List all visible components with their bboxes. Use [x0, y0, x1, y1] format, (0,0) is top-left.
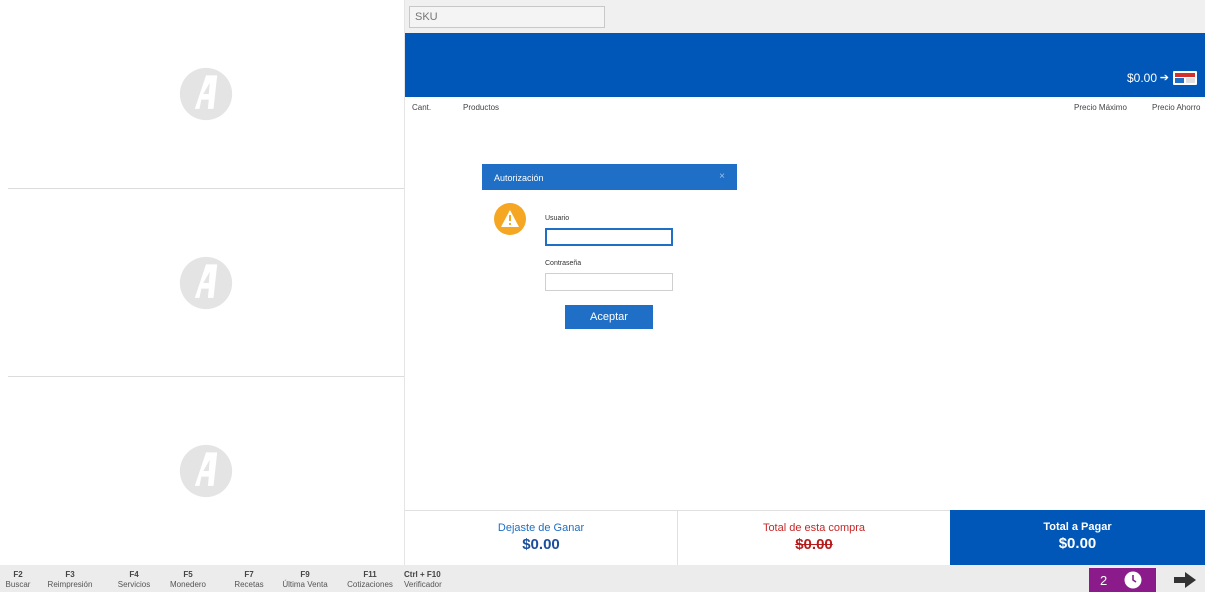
shortcut-label: Cotizaciones: [347, 580, 393, 589]
column-products: Productos: [463, 103, 500, 112]
shortcut-label: Reimpresión: [47, 580, 93, 589]
column-max-price: Precio Máximo: [1074, 103, 1127, 112]
shortcut-f2[interactable]: F2 Buscar: [2, 570, 34, 589]
shortcut-label: Última Venta: [282, 580, 328, 589]
missed-earnings-label: Dejaste de Ganar: [497, 522, 585, 534]
cart-amount: $0.00: [1126, 71, 1157, 85]
column-savings-price: Precio Ahorro: [1152, 103, 1201, 112]
dialog-header: Autorización ×: [482, 164, 737, 190]
warning-icon: [494, 203, 526, 235]
total-to-pay-box: Total a Pagar $0.00: [950, 510, 1205, 565]
user-field[interactable]: [545, 228, 673, 246]
purchase-total-label: Total de esta compra: [762, 522, 866, 534]
product-columns-header: Cant. Productos Precio Máximo Precio Aho…: [405, 97, 1205, 117]
total-to-pay-label: Total a Pagar: [1043, 521, 1112, 533]
arrow-right-icon[interactable]: [1174, 572, 1196, 588]
accept-button[interactable]: Aceptar: [565, 305, 653, 329]
shortcut-key: F5: [183, 570, 193, 579]
promo-panel: [8, 377, 404, 565]
shortcut-f3[interactable]: F3 Reimpresión: [36, 570, 104, 589]
shortcut-label: Servicios: [117, 580, 151, 589]
promo-panel: [8, 0, 404, 188]
shortcut-label: Verificador: [404, 580, 442, 589]
shortcut-key: F7: [244, 570, 254, 579]
purchase-total-box: Total de esta compra $0.00: [678, 510, 950, 565]
missed-earnings-box: Dejaste de Ganar $0.00: [405, 510, 678, 565]
shortcut-key: F11: [363, 570, 377, 579]
missed-earnings-value: $0.00: [522, 536, 560, 553]
column-qty: Cant.: [412, 103, 432, 112]
shortcut-label: Buscar: [5, 580, 31, 589]
shortcut-f9[interactable]: F9 Última Venta: [274, 570, 336, 589]
shortcut-key: F2: [13, 570, 23, 579]
promo-panel: [8, 189, 404, 376]
shortcut-f5[interactable]: F5 Monedero: [160, 570, 216, 589]
shortcut-f11[interactable]: F11 Cotizaciones: [338, 570, 402, 589]
cart-header: $0.00 ➔: [405, 33, 1205, 97]
clock-icon: [1124, 571, 1142, 589]
shortcut-f7[interactable]: F7 Recetas: [226, 570, 272, 589]
password-field[interactable]: [545, 273, 673, 291]
app-root: $0.00 ➔ Cant. Productos Precio Máximo Pr…: [0, 0, 1205, 592]
arrow-right-icon: ➔: [1159, 72, 1169, 84]
password-label: Contraseña: [545, 260, 582, 267]
shortcut-f4[interactable]: F4 Servicios: [106, 570, 162, 589]
pending-queue-button[interactable]: 2: [1089, 568, 1156, 592]
shortcut-bar: F2 Buscar F3 Reimpresión F4 Servicios F5…: [0, 565, 1205, 592]
shortcut-label: Monedero: [169, 580, 207, 589]
shortcut-ctrl-f10[interactable]: Ctrl + F10 Verificador: [404, 570, 460, 589]
shortcut-label: Recetas: [234, 580, 264, 589]
shortcut-key: Ctrl + F10: [404, 570, 441, 579]
cart-icon[interactable]: [1172, 69, 1199, 87]
queue-count: 2: [1100, 573, 1108, 588]
shortcut-key: F9: [300, 570, 310, 579]
dialog-title: Autorización: [494, 173, 544, 183]
total-to-pay-value: $0.00: [1058, 535, 1097, 552]
logo-icon: [179, 444, 233, 498]
shortcut-key: F4: [129, 570, 139, 579]
close-icon[interactable]: ×: [719, 171, 725, 182]
user-label: Usuario: [545, 215, 570, 222]
sku-bar: [405, 0, 1205, 33]
shortcut-key: F3: [65, 570, 75, 579]
logo-icon: [179, 67, 233, 121]
purchase-total-value: $0.00: [795, 536, 833, 553]
sku-input[interactable]: [409, 6, 605, 28]
logo-icon: [179, 256, 233, 309]
